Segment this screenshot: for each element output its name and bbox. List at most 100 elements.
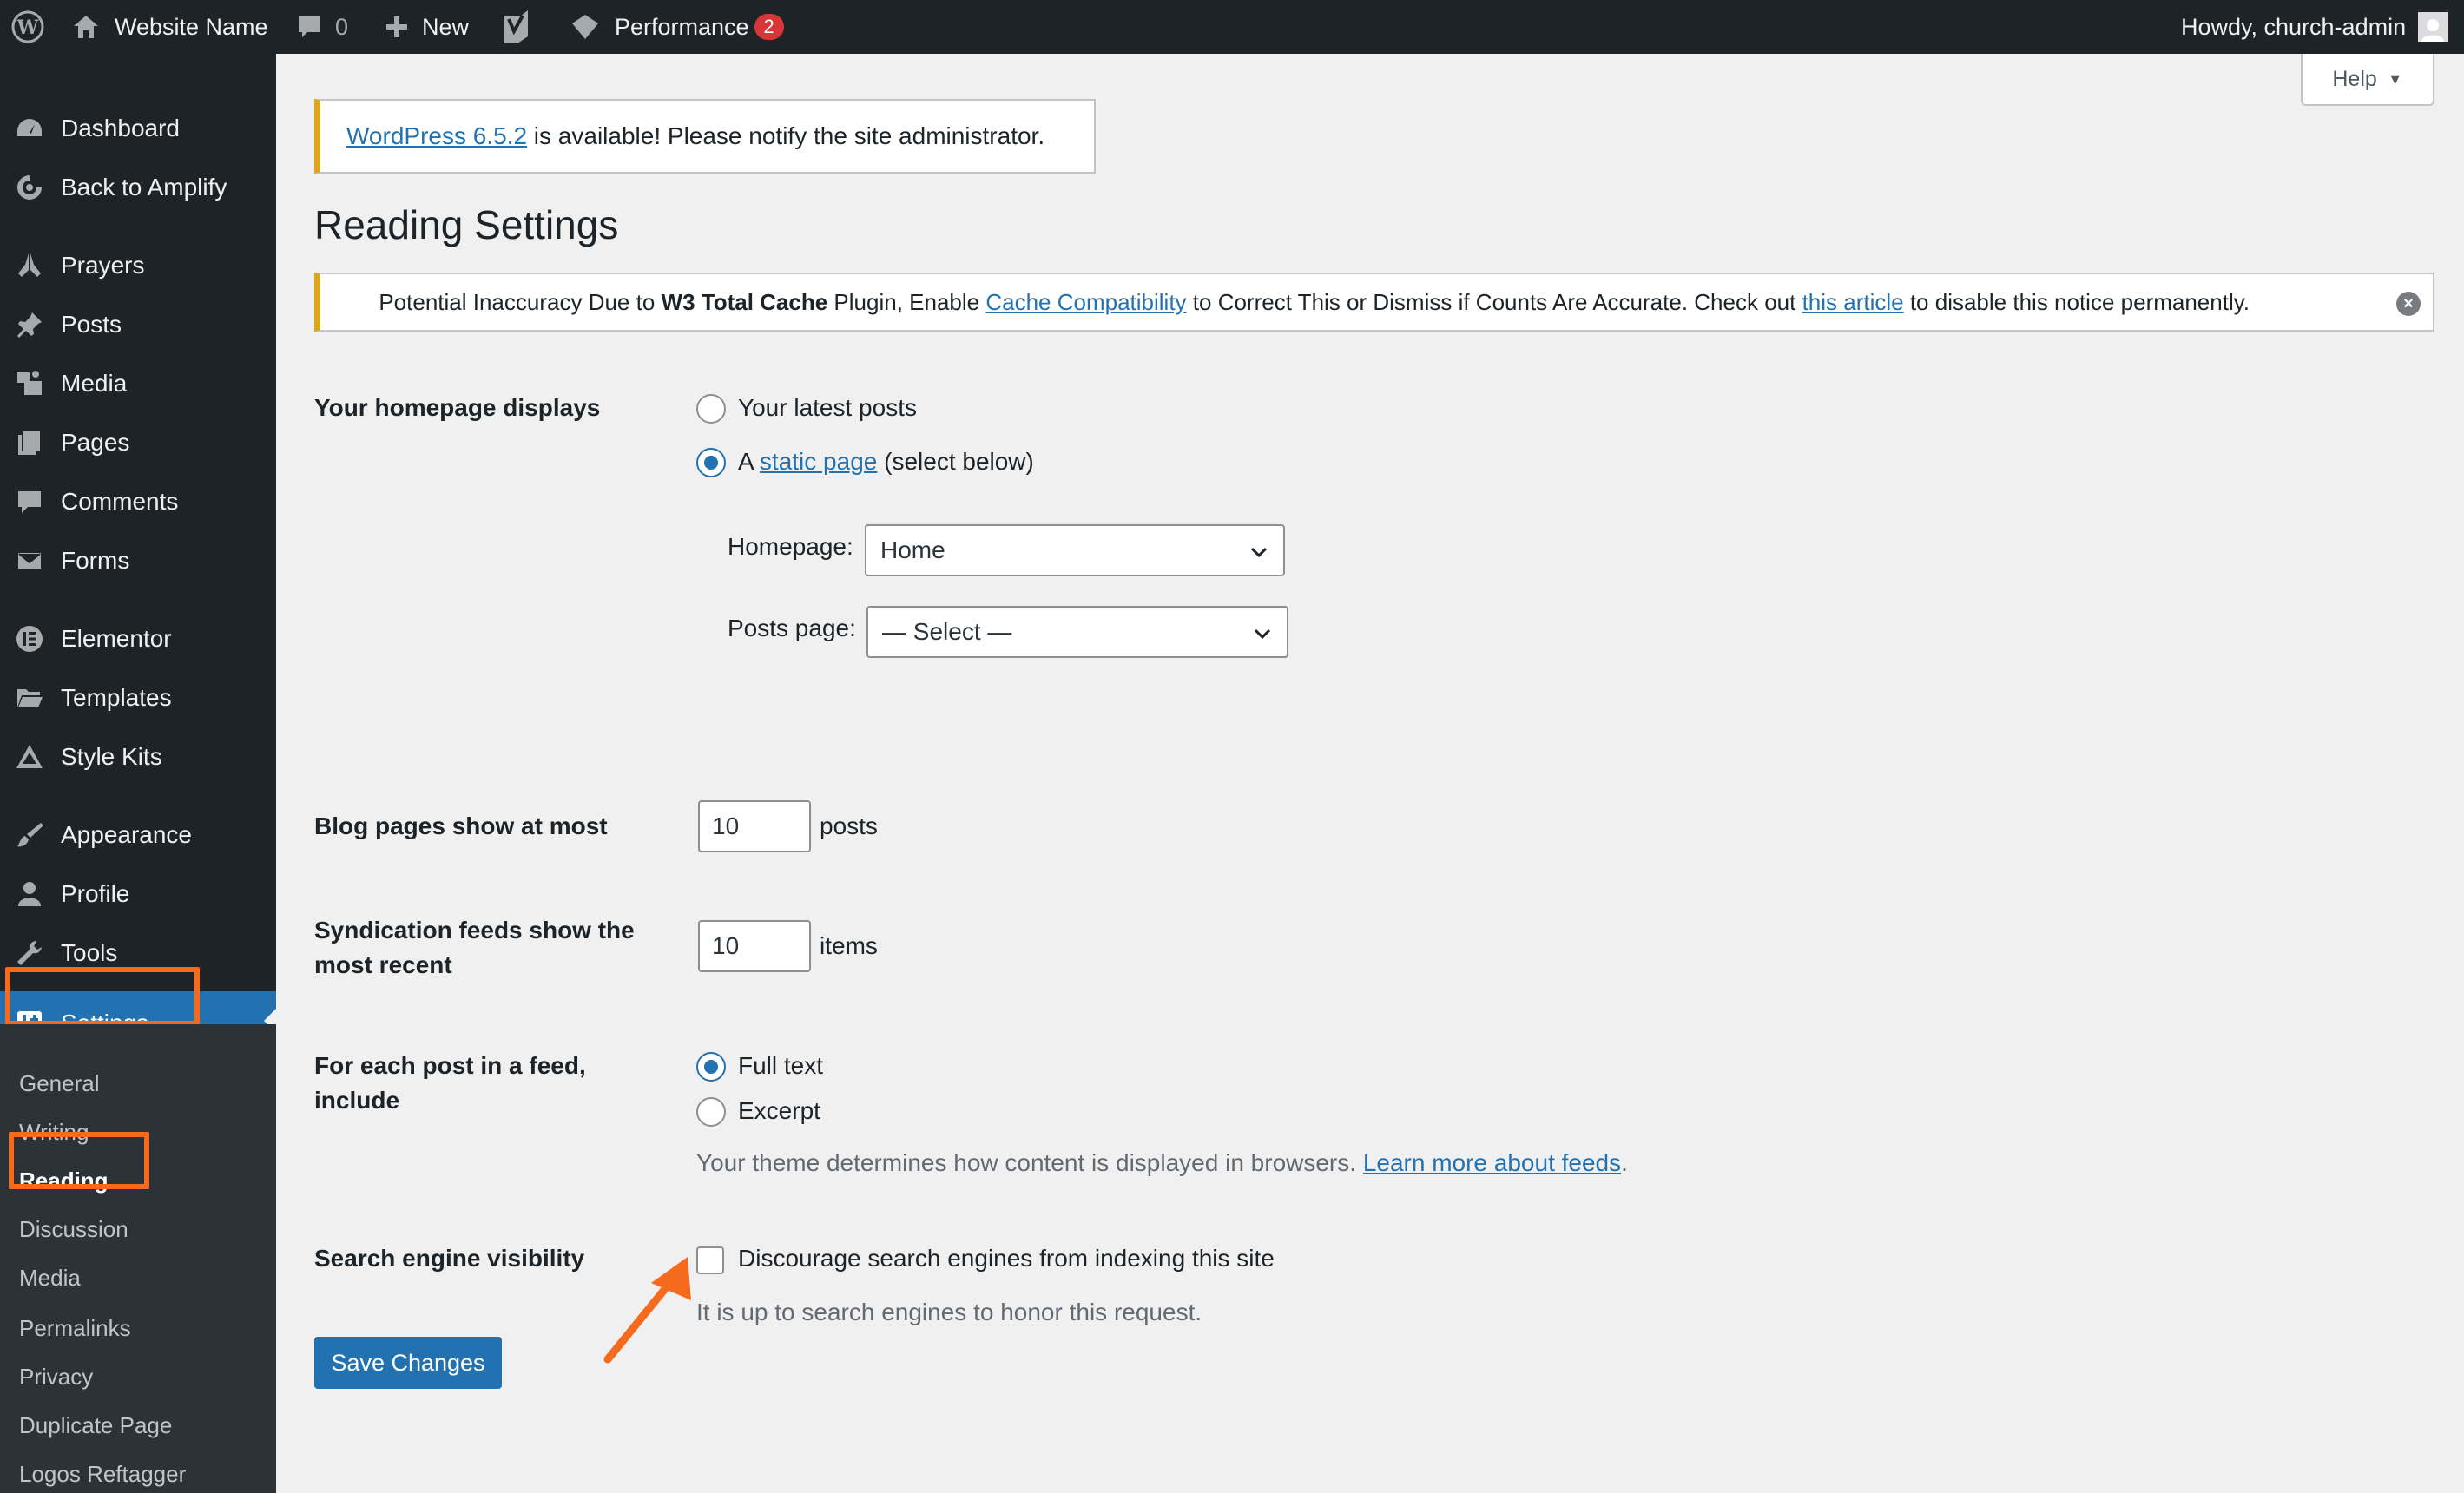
menu-label: Prayers — [61, 252, 145, 279]
help-button[interactable]: Help ▼ — [2301, 54, 2434, 106]
notice-text: to disable this notice permanently. — [1903, 288, 2250, 315]
excerpt-label[interactable]: Excerpt — [738, 1097, 820, 1125]
performance-icon — [572, 15, 598, 39]
blog-pages-label: Blog pages show at most — [314, 812, 608, 839]
annotation-arrow-icon — [603, 1257, 691, 1364]
notice-text: Potential Inaccuracy Due to — [379, 288, 662, 315]
feed-include-label-line1: For each post in a feed, — [314, 1052, 586, 1079]
menu-item-media[interactable]: Media — [0, 354, 276, 413]
main-content: Help ▼ WordPress 6.5.2 is available! Ple… — [276, 54, 2464, 1493]
menu-item-forms[interactable]: Forms — [0, 531, 276, 590]
syndication-label-line2: most recent — [314, 951, 452, 978]
caret-down-icon: ▼ — [2387, 69, 2403, 88]
site-name-link[interactable]: Website Name — [71, 0, 268, 54]
save-changes-button[interactable]: Save Changes — [314, 1337, 502, 1389]
menu-item-templates[interactable]: Templates — [0, 668, 276, 727]
new-label: New — [422, 13, 470, 40]
menu-label: Tools — [61, 939, 118, 966]
feed-description-text: Your theme determines how content is dis… — [696, 1149, 1363, 1176]
notice-bold-text: W3 Total Cache — [661, 288, 828, 315]
posts-page-select[interactable]: — Select — — [866, 606, 1288, 658]
menu-label: Comments — [61, 488, 179, 515]
dashboard-icon — [14, 113, 45, 144]
static-page-link[interactable]: static page — [760, 448, 877, 475]
menu-item-prayers[interactable]: Prayers — [0, 236, 276, 295]
avatar — [2418, 12, 2448, 42]
submenu-item-media[interactable]: Media — [19, 1253, 81, 1302]
howdy-text: Howdy, church-admin — [2181, 13, 2407, 40]
admin-bar: W Website Name 0 New Performance 2 Howdy… — [0, 0, 2464, 54]
latest-posts-label[interactable]: Your latest posts — [738, 394, 917, 422]
update-notice-text: is available! Please notify the site adm… — [527, 122, 1045, 149]
paintbrush-icon — [14, 819, 45, 851]
menu-item-dashboard[interactable]: Dashboard — [0, 99, 276, 158]
feed-include-label-line2: include — [314, 1087, 400, 1114]
full-text-label[interactable]: Full text — [738, 1052, 823, 1080]
blog-pages-unit: posts — [820, 812, 878, 839]
homepage-select[interactable]: Home — [865, 524, 1285, 576]
feed-include-label: For each post in a feed, include — [314, 1049, 662, 1118]
menu-label: Back to Amplify — [61, 174, 227, 201]
menu-label: Elementor — [61, 625, 172, 652]
dismiss-notice-icon[interactable]: × — [2396, 292, 2421, 316]
homepage-displays-label: Your homepage displays — [314, 394, 601, 421]
media-icon — [14, 368, 45, 399]
performance-link[interactable]: Performance 2 — [570, 0, 784, 54]
envelope-icon — [14, 545, 45, 576]
menu-label: Style Kits — [61, 743, 162, 770]
menu-item-appearance[interactable]: Appearance — [0, 806, 276, 865]
user-avatar-icon — [2421, 19, 2445, 42]
settings-highlight-box — [5, 967, 200, 1026]
excerpt-radio[interactable] — [696, 1097, 726, 1127]
submenu-item-general[interactable]: General — [19, 1059, 100, 1108]
triangle-icon — [14, 741, 45, 773]
menu-item-profile[interactable]: Profile — [0, 865, 276, 924]
feed-description: Your theme determines how content is dis… — [696, 1149, 1628, 1177]
update-notice: WordPress 6.5.2 is available! Please not… — [314, 99, 1096, 174]
menu-item-comments[interactable]: Comments — [0, 472, 276, 531]
comments-link[interactable]: 0 — [295, 0, 348, 54]
submenu-item-duplicate-page[interactable]: Duplicate Page — [19, 1401, 172, 1450]
pages-icon — [14, 427, 45, 458]
performance-count-badge: 2 — [754, 14, 784, 40]
discourage-search-label[interactable]: Discourage search engines from indexing … — [738, 1245, 1275, 1273]
static-page-option[interactable]: A static page (select below) — [738, 448, 1034, 476]
submenu-item-privacy[interactable]: Privacy — [19, 1352, 93, 1401]
pushpin-icon — [14, 309, 45, 340]
account-menu[interactable]: Howdy, church-admin — [2181, 0, 2448, 54]
this-article-link[interactable]: this article — [1802, 289, 1904, 315]
learn-more-feeds-link[interactable]: Learn more about feeds — [1363, 1149, 1621, 1176]
menu-item-style-kits[interactable]: Style Kits — [0, 727, 276, 786]
syndication-label-line1: Syndication feeds show the — [314, 917, 635, 944]
homepage-select-label: Homepage: — [728, 533, 853, 560]
new-content-link[interactable]: New — [384, 0, 469, 54]
menu-label: Templates — [61, 684, 172, 711]
user-icon — [14, 878, 45, 910]
performance-label: Performance — [615, 13, 749, 40]
comments-count: 0 — [335, 13, 349, 40]
folder-icon — [14, 682, 45, 714]
menu-label: Appearance — [61, 821, 193, 848]
blog-pages-input[interactable]: 10 — [698, 800, 811, 852]
yoast-icon[interactable] — [500, 0, 531, 54]
wordpress-logo-icon[interactable]: W — [10, 0, 45, 54]
syndication-input[interactable]: 10 — [698, 920, 811, 972]
wordpress-update-link[interactable]: WordPress 6.5.2 — [346, 122, 527, 150]
menu-item-elementor[interactable]: Elementor — [0, 609, 276, 668]
submenu-item-discussion[interactable]: Discussion — [19, 1205, 128, 1253]
syndication-unit: items — [820, 932, 878, 959]
static-page-radio[interactable] — [696, 448, 726, 477]
menu-item-pages[interactable]: Pages — [0, 413, 276, 472]
submenu-item-permalinks[interactable]: Permalinks — [19, 1304, 131, 1352]
cache-compatibility-link[interactable]: Cache Compatibility — [985, 289, 1186, 315]
static-page-prefix: A — [738, 448, 760, 475]
amplify-icon — [14, 172, 45, 203]
submenu-item-logos-reftagger[interactable]: Logos Reftagger — [19, 1450, 186, 1493]
full-text-radio[interactable] — [696, 1052, 726, 1082]
search-visibility-description: It is up to search engines to honor this… — [696, 1299, 1202, 1325]
page-title: Reading Settings — [314, 202, 619, 247]
latest-posts-radio[interactable] — [696, 394, 726, 424]
menu-item-back-to-amplify[interactable]: Back to Amplify — [0, 158, 276, 217]
menu-label: Dashboard — [61, 115, 180, 141]
menu-item-posts[interactable]: Posts — [0, 295, 276, 354]
